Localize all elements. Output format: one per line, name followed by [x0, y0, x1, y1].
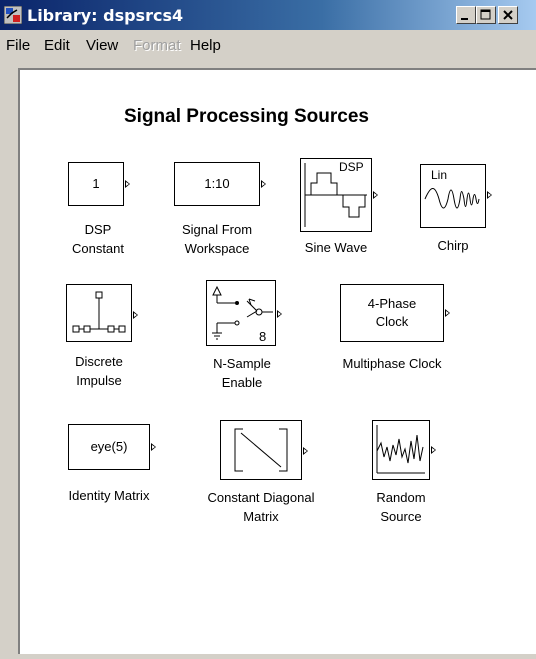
menu-bar: File Edit View Format Help — [0, 30, 536, 58]
sine-wave-block[interactable]: DSP — [300, 158, 372, 232]
constant-diagonal-matrix-block[interactable] — [220, 420, 302, 480]
dsp-constant-block[interactable]: 1 — [68, 162, 124, 206]
constant-diagonal-matrix-label: Constant Diagonal Matrix — [207, 490, 315, 524]
output-port-icon — [373, 191, 378, 199]
chirp-icon-text: Lin — [431, 168, 447, 182]
maximize-icon — [480, 9, 491, 20]
discrete-impulse-icon — [72, 291, 126, 333]
identity-matrix-block[interactable]: eye(5) — [68, 424, 150, 470]
menu-format[interactable]: Format — [133, 37, 181, 54]
sine-wave-icon-text: DSP — [339, 160, 364, 174]
output-port-icon — [125, 180, 130, 188]
output-port-icon — [487, 191, 492, 199]
n-sample-enable-block[interactable]: 8 — [206, 280, 276, 346]
menu-edit[interactable]: Edit — [44, 37, 70, 54]
random-source-icon — [376, 425, 425, 474]
minimize-button[interactable] — [456, 6, 476, 24]
multiphase-clock-text: 4-Phase Clock — [367, 296, 417, 329]
close-icon — [503, 10, 513, 20]
n-sample-enable-label: N-Sample Enable — [213, 356, 271, 390]
identity-matrix-value: eye(5) — [90, 439, 128, 455]
n-sample-enable-icon-text: 8 — [259, 329, 266, 344]
signal-from-workspace-label: Signal From Workspace — [181, 222, 253, 256]
dsp-sine-wave-icon: DSP — [304, 160, 367, 227]
identity-matrix-label: Identity Matrix — [68, 488, 150, 503]
discrete-impulse-block[interactable] — [66, 284, 132, 342]
menu-help[interactable]: Help — [190, 37, 221, 54]
library-title: Signal Processing Sources — [124, 106, 369, 127]
multiphase-clock-block[interactable]: 4-Phase Clock — [340, 284, 444, 342]
minimize-icon — [461, 18, 468, 20]
dsp-constant-value: 1 — [92, 176, 100, 192]
signal-from-workspace-value: 1:10 — [204, 176, 230, 192]
output-port-icon — [303, 447, 308, 455]
discrete-impulse-label: Discrete Impulse — [75, 354, 123, 388]
window-title: Library: dspsrcs4 — [27, 6, 184, 25]
output-port-icon — [261, 180, 266, 188]
chirp-label: Chirp — [437, 238, 469, 253]
diagonal-matrix-icon — [234, 428, 288, 472]
n-sample-enable-icon: 8 — [212, 285, 273, 344]
output-port-icon — [445, 309, 450, 317]
output-port-icon — [133, 311, 138, 319]
dsp-constant-label: DSP Constant — [71, 222, 125, 256]
output-port-icon — [431, 446, 436, 454]
menu-file[interactable]: File — [6, 37, 30, 54]
output-port-icon — [277, 310, 282, 318]
simulink-app-icon[interactable] — [4, 6, 22, 24]
multiphase-clock-label: Multiphase Clock — [342, 356, 442, 371]
signal-from-workspace-block[interactable]: 1:10 — [174, 162, 260, 206]
random-source-block[interactable] — [372, 420, 430, 480]
library-canvas[interactable]: Signal Processing Sources 1 DSP Constant… — [18, 68, 536, 654]
menu-view[interactable]: View — [86, 37, 118, 54]
close-button[interactable] — [498, 6, 518, 24]
random-source-label: Random Source — [376, 490, 426, 524]
chirp-icon: Lin — [424, 168, 480, 209]
output-port-icon — [151, 443, 156, 451]
chirp-block[interactable]: Lin — [420, 164, 486, 228]
title-bar[interactable]: Library: dspsrcs4 — [0, 0, 536, 30]
maximize-button[interactable] — [476, 6, 496, 24]
sine-wave-label: Sine Wave — [304, 240, 368, 255]
